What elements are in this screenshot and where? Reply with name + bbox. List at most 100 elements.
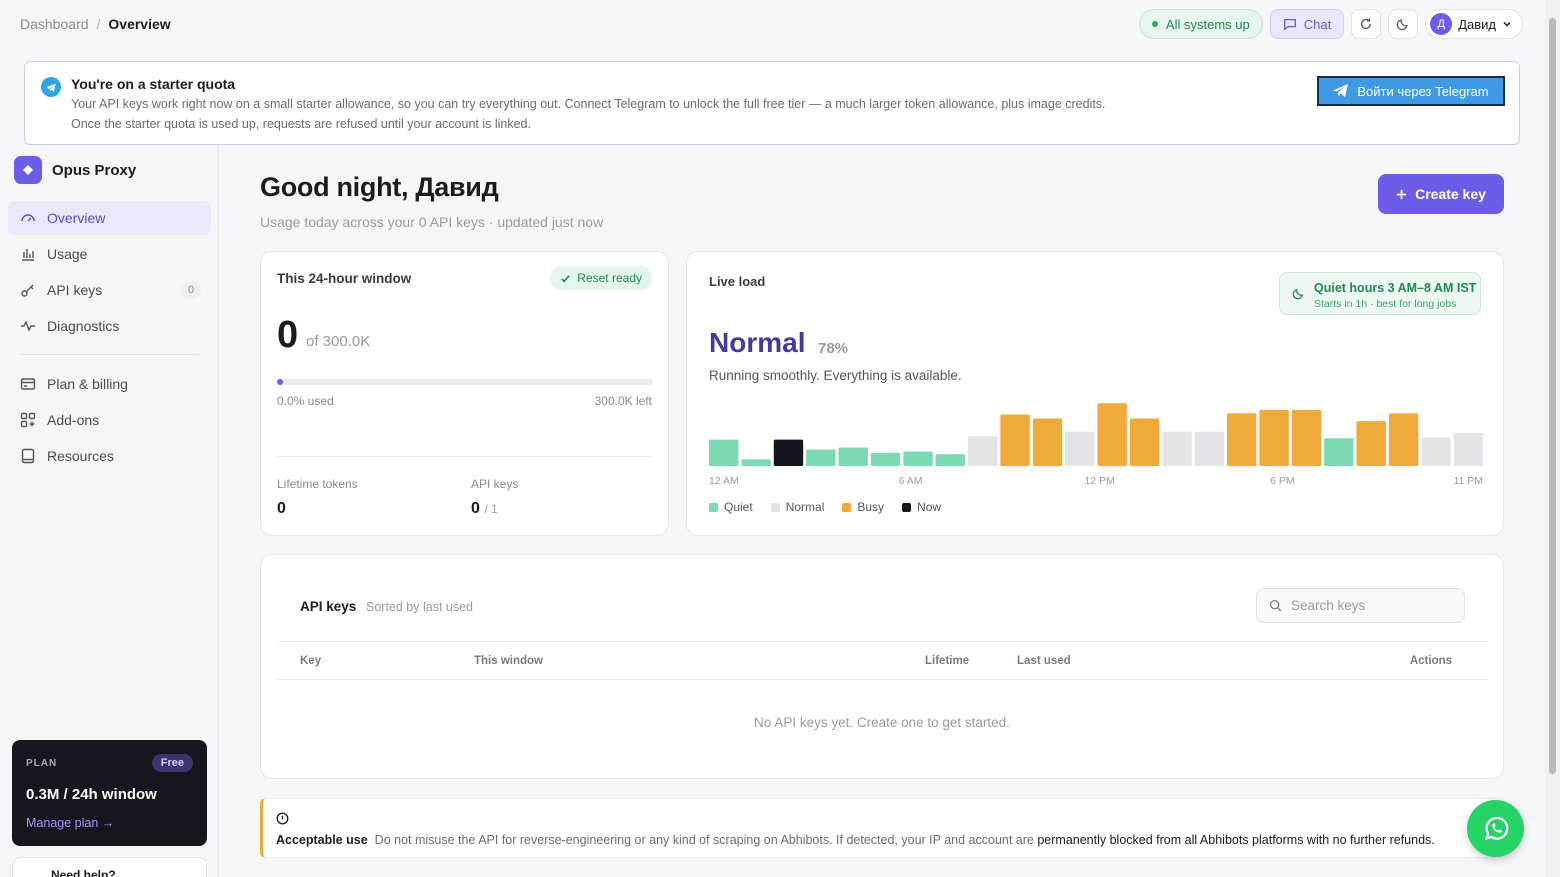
usage-window-card: This 24-hour window Reset ready 0 of 300… xyxy=(260,251,669,536)
load-bar-hour-7[interactable] xyxy=(935,454,965,466)
load-percent: 78% xyxy=(818,340,849,357)
whatsapp-chat-button[interactable] xyxy=(1467,800,1524,857)
sidebar-item-label: Resources xyxy=(47,448,114,464)
load-bar-hour-5[interactable] xyxy=(870,452,901,466)
empty-state-message: No API keys yet. Create one to get start… xyxy=(754,715,1010,730)
sidebar-item-add-ons[interactable]: Add-ons xyxy=(8,403,211,437)
search-input[interactable] xyxy=(1291,598,1451,613)
column-header-key[interactable]: Key xyxy=(300,655,321,667)
telegram-login-button[interactable]: Войти через Telegram xyxy=(1317,76,1505,106)
api-keys-stat-max: / 1 xyxy=(484,502,498,516)
sidebar-item-label: Usage xyxy=(47,246,88,262)
load-bar-hour-6[interactable] xyxy=(903,451,933,467)
sidebar-item-diagnostics[interactable]: Diagnostics xyxy=(8,309,211,343)
page-title: Good night, Давид xyxy=(260,172,499,202)
load-bar-hour-21[interactable] xyxy=(1388,413,1419,466)
moon-icon xyxy=(1292,289,1303,300)
table-header-divider-bottom xyxy=(277,679,1487,680)
load-bar-hour-8[interactable] xyxy=(968,436,998,466)
sidebar-item-api-keys[interactable]: API keys 0 xyxy=(8,273,211,307)
window-card-title: This 24-hour window xyxy=(277,271,412,286)
sidebar-item-label: API keys xyxy=(47,282,103,298)
load-bar-hour-19[interactable] xyxy=(1324,438,1354,466)
status-label: All systems up xyxy=(1165,16,1250,32)
load-bar-hour-4[interactable] xyxy=(838,447,868,467)
load-bar-hour-22[interactable] xyxy=(1421,437,1451,466)
load-bar-hour-18[interactable] xyxy=(1291,409,1322,466)
manage-plan-link[interactable]: Manage plan → xyxy=(26,816,114,830)
breadcrumb-separator: / xyxy=(96,16,101,32)
load-bar-hour-1[interactable] xyxy=(741,459,771,466)
sidebar-item-plan-billing[interactable]: Plan & billing xyxy=(8,367,211,401)
help-card[interactable]: Need help? xyxy=(12,857,207,877)
x-tick-label: 11 PM xyxy=(1453,475,1483,487)
breadcrumb: Dashboard / Overview xyxy=(20,16,171,32)
legend-swatch xyxy=(902,503,912,512)
sidebar-item-resources[interactable]: Resources xyxy=(8,439,211,473)
load-description: Running smoothly. Everything is availabl… xyxy=(709,368,962,383)
brand[interactable]: Opus Proxy xyxy=(14,156,136,184)
page-scrollbar[interactable] xyxy=(1545,0,1560,877)
brand-logo-icon xyxy=(14,156,42,184)
breadcrumb-dashboard[interactable]: Dashboard xyxy=(20,16,89,32)
load-bar-hour-17[interactable] xyxy=(1259,409,1289,466)
load-bar-hour-10[interactable] xyxy=(1032,418,1063,467)
banner-title: You're on a starter quota xyxy=(71,76,236,92)
live-load-title: Live load xyxy=(709,274,766,289)
status-badge[interactable]: All systems up xyxy=(1138,9,1263,39)
card-icon xyxy=(20,378,36,390)
load-bar-hour-3[interactable] xyxy=(806,449,836,467)
sidebar-item-overview[interactable]: Overview xyxy=(8,201,211,235)
sidebar-item-label: Plan & billing xyxy=(47,376,128,392)
usage-progress-bar xyxy=(277,379,653,385)
theme-toggle-button[interactable] xyxy=(1388,9,1419,39)
scrollbar-thumb[interactable] xyxy=(1549,18,1556,774)
x-tick-label: 12 PM xyxy=(1084,475,1115,487)
search-icon xyxy=(1269,599,1282,612)
tokens-quota: of 300.0K xyxy=(306,333,371,350)
column-header-actions: Actions xyxy=(1409,655,1452,667)
load-bar-hour-13[interactable] xyxy=(1129,418,1160,467)
search-box[interactable] xyxy=(1256,588,1465,623)
create-key-button[interactable]: Create key xyxy=(1378,174,1504,214)
legend-item-quiet: Quiet xyxy=(709,500,753,514)
quiet-hours-title: Quiet hours 3 AM–8 AM IST xyxy=(1314,281,1477,295)
sidebar: Opus Proxy Overview Usage API keys 0 Dia… xyxy=(0,145,219,877)
help-label: Need help? xyxy=(51,868,116,877)
legend-swatch xyxy=(842,503,852,512)
load-bar-hour-20[interactable] xyxy=(1356,421,1386,466)
load-bar-hour-9[interactable] xyxy=(1000,414,1030,467)
info-circle-icon xyxy=(276,812,289,825)
create-key-label: Create key xyxy=(1415,186,1486,202)
moon-icon xyxy=(1396,19,1408,31)
load-bar-hour-11[interactable] xyxy=(1065,431,1095,466)
sidebar-nav: Overview Usage API keys 0 Diagnostics Pl… xyxy=(8,201,211,475)
load-bar-hour-12[interactable] xyxy=(1097,403,1127,466)
reset-ready-label: Reset ready xyxy=(577,271,642,285)
hourly-load-chart xyxy=(709,403,1483,467)
load-bar-hour-2[interactable] xyxy=(773,439,804,466)
user-menu[interactable]: Д Давид xyxy=(1425,9,1523,39)
column-header-last-used[interactable]: Last used xyxy=(1017,655,1071,667)
avatar: Д xyxy=(1430,13,1453,35)
load-bar-hour-0[interactable] xyxy=(709,439,739,466)
legend-item-busy: Busy xyxy=(842,500,884,514)
load-bar-hour-15[interactable] xyxy=(1194,431,1224,466)
load-bar-hour-14[interactable] xyxy=(1162,431,1192,466)
gauge-icon xyxy=(21,214,35,222)
x-tick-label: 6 PM xyxy=(1270,475,1295,487)
acceptable-use-label: Acceptable use xyxy=(276,833,368,847)
sidebar-item-usage[interactable]: Usage xyxy=(8,237,211,271)
usage-progress-fill xyxy=(277,379,283,385)
column-header-this-window[interactable]: This window xyxy=(474,655,543,667)
column-header-lifetime[interactable]: Lifetime xyxy=(925,655,969,667)
acceptable-use-text: Acceptable use Do not misuse the API for… xyxy=(276,833,1435,847)
api-keys-title: API keys xyxy=(300,599,357,614)
load-bar-hour-16[interactable] xyxy=(1227,413,1257,466)
load-bar-hour-23[interactable] xyxy=(1453,433,1483,466)
legend-label: Quiet xyxy=(724,500,753,514)
x-tick-label: 12 AM xyxy=(709,475,739,487)
refresh-button[interactable] xyxy=(1351,9,1382,39)
acceptable-use-notice: Acceptable use Do not misuse the API for… xyxy=(260,798,1504,858)
chat-button[interactable]: Chat xyxy=(1269,9,1345,39)
